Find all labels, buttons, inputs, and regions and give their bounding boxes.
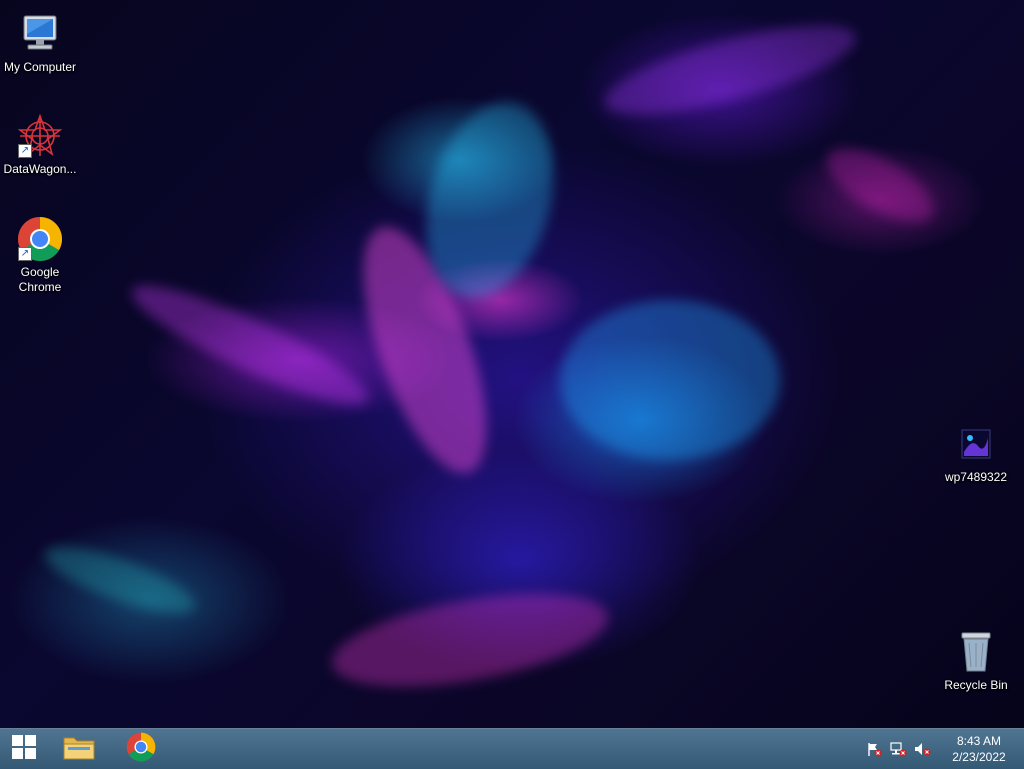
desktop-icon-label: My Computer [3, 60, 77, 74]
image-file-icon [952, 420, 1000, 468]
shortcut-arrow-icon: ↗ [18, 144, 32, 158]
desktop-icon-google-chrome[interactable]: ↗ Google Chrome [0, 215, 80, 295]
taskbar: 8:43 AM 2/23/2022 [0, 728, 1024, 769]
wallpaper-swirl [596, 7, 864, 133]
system-tray: 8:43 AM 2/23/2022 [862, 729, 1024, 769]
taskbar-file-explorer-button[interactable] [48, 729, 110, 769]
recycle-bin-icon [952, 628, 1000, 676]
chrome-icon [126, 732, 156, 767]
desktop-icon-datawagon[interactable]: ↗ DataWagon... [0, 112, 80, 177]
desktop-icon-label: wp7489322 [944, 470, 1008, 484]
desktop-icon-my-computer[interactable]: My Computer [0, 10, 80, 75]
start-button[interactable] [0, 729, 48, 769]
action-center-flag-icon[interactable] [862, 729, 886, 769]
desktop-icon-label: DataWagon... [3, 162, 77, 176]
desktop-icon-recycle-bin[interactable]: Recycle Bin [936, 628, 1016, 693]
windows-logo-icon [11, 734, 37, 765]
wallpaper-swirl [815, 133, 945, 237]
volume-muted-icon[interactable] [910, 729, 934, 769]
desktop-icon-label: Google Chrome [18, 265, 62, 294]
desktop-icon-label: Recycle Bin [944, 678, 1008, 692]
folder-icon [62, 732, 96, 767]
datawagon-icon: ↗ [16, 112, 64, 160]
shortcut-arrow-icon: ↗ [18, 247, 32, 261]
computer-icon [16, 10, 64, 58]
chrome-icon: ↗ [16, 215, 64, 263]
wallpaper-swirl [325, 576, 615, 704]
taskbar-chrome-button[interactable] [110, 729, 172, 769]
taskbar-clock[interactable]: 8:43 AM 2/23/2022 [934, 733, 1024, 765]
desktop-icon-wp7489322[interactable]: wp7489322 [936, 420, 1016, 485]
wallpaper-swirl [37, 533, 203, 627]
network-icon[interactable] [886, 729, 910, 769]
wallpaper-swirl [560, 300, 780, 460]
clock-date: 2/23/2022 [952, 750, 1006, 764]
clock-time: 8:43 AM [956, 734, 1002, 748]
desktop[interactable]: My Computer ↗ DataWagon... ↗ Google Chro… [0, 0, 1024, 728]
wallpaper-swirl [121, 267, 379, 423]
